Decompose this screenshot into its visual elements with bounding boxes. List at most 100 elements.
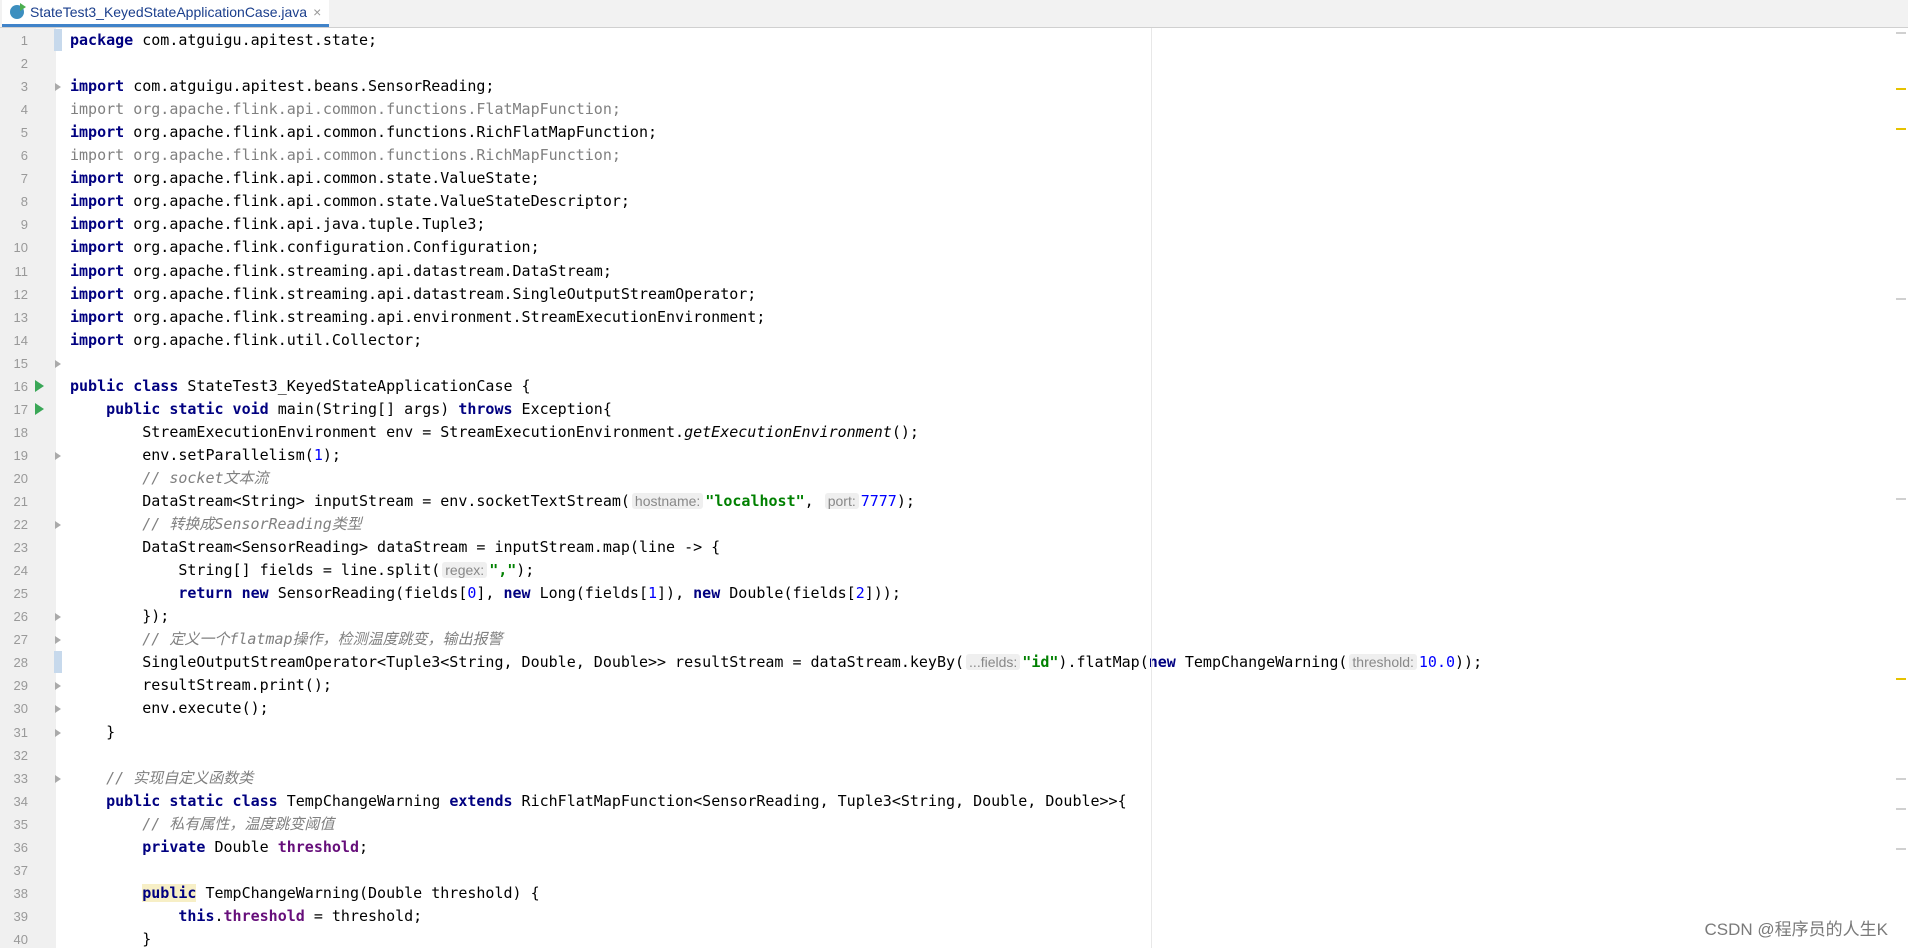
code-token: Double(fields[ — [720, 584, 855, 602]
code-token: import — [70, 192, 124, 210]
code-token: main(String[] args) — [269, 400, 459, 418]
code-token: StreamExecutionEnvironment env = StreamE… — [70, 423, 684, 441]
code-token: RichFlatMapFunction<SensorReading, Tuple… — [513, 792, 1127, 810]
code-token: ])); — [865, 584, 901, 602]
code-token: Long(fields[ — [531, 584, 648, 602]
line-number: 20 — [0, 467, 28, 490]
line-number: 15 — [0, 352, 28, 375]
scroll-marker[interactable] — [1896, 88, 1906, 90]
code-content: return new SensorReading(fields[0], new … — [70, 582, 901, 605]
code-token: org.apache.flink.configuration.Configura… — [124, 238, 539, 256]
code-token: org.apache.flink.streaming.api.datastrea… — [124, 285, 756, 303]
code-token: "," — [489, 561, 516, 579]
scroll-marker[interactable] — [1896, 128, 1906, 130]
code-token: com.atguigu.apitest.state; — [133, 31, 377, 49]
code-token: ; — [359, 838, 368, 856]
code-token — [70, 884, 142, 902]
code-content: // 转换成SensorReading类型 — [70, 513, 362, 536]
code-content: import com.atguigu.apitest.beans.SensorR… — [70, 75, 494, 98]
code-token: "id" — [1022, 653, 1058, 671]
code-token: 2 — [856, 584, 865, 602]
scroll-marker[interactable] — [1896, 808, 1906, 810]
code-token: public class — [70, 377, 178, 395]
line-number: 34 — [0, 790, 28, 813]
run-icon[interactable] — [35, 380, 44, 392]
code-token: TempChangeWarning — [278, 792, 450, 810]
code-content: import org.apache.flink.streaming.api.en… — [70, 306, 765, 329]
watermark: CSDN @程序员的人生K — [1705, 915, 1889, 940]
code-token: org.apache.flink.api.java.tuple.Tuple3; — [124, 215, 485, 233]
code-token: com.atguigu.apitest.beans.SensorReading; — [124, 77, 494, 95]
code-token: org.apache.flink.streaming.api.datastrea… — [124, 262, 612, 280]
code-token: // 私有属性，温度跳变阈值 — [142, 815, 334, 833]
code-token: // socket文本流 — [142, 469, 268, 487]
code-token: package — [70, 31, 133, 49]
code-content: // 实现自定义函数类 — [70, 767, 253, 790]
line-number: 8 — [0, 190, 28, 213]
scroll-marker[interactable] — [1896, 498, 1906, 500]
code-token: new — [1149, 653, 1176, 671]
line-number: 11 — [0, 260, 28, 283]
close-icon[interactable]: × — [313, 4, 321, 20]
scroll-marker[interactable] — [1896, 32, 1906, 34]
line-number: 23 — [0, 536, 28, 559]
code-token: // 定义一个flatmap操作，检测温度跳变，输出报警 — [142, 630, 502, 648]
line-number: 4 — [0, 98, 28, 121]
code-token: public — [142, 884, 196, 902]
code-editor[interactable]: package com.atguigu.apitest.state; import… — [56, 28, 1908, 948]
code-token: resultStream.print(); — [70, 676, 332, 694]
code-token: TempChangeWarning( — [1176, 653, 1348, 671]
code-content: public class StateTest3_KeyedStateApplic… — [70, 375, 531, 398]
line-number: 32 — [0, 744, 28, 767]
scroll-marker[interactable] — [1896, 778, 1906, 780]
code-token: SensorReading(fields[ — [269, 584, 468, 602]
code-content: String[] fields = line.split(regex:","); — [70, 559, 534, 582]
code-content: import org.apache.flink.streaming.api.da… — [70, 283, 756, 306]
code-token: 1 — [648, 584, 657, 602]
line-number: 16 — [0, 375, 28, 398]
line-number: 6 — [0, 144, 28, 167]
parameter-hint: threshold: — [1349, 654, 1416, 670]
code-token: ], — [476, 584, 503, 602]
code-token: TempChangeWarning(Double threshold) { — [196, 884, 539, 902]
line-number: 1 — [0, 29, 28, 52]
code-content: // 私有属性，温度跳变阈值 — [70, 813, 334, 836]
code-token: "localhost" — [705, 492, 804, 510]
code-content: resultStream.print(); — [70, 674, 332, 697]
code-token: DataStream<String> inputStream = env.soc… — [70, 492, 630, 510]
right-margin-guide — [1151, 28, 1152, 948]
scroll-marker[interactable] — [1896, 678, 1906, 680]
code-token: threshold — [224, 907, 305, 925]
code-token: return new — [178, 584, 268, 602]
line-number: 22 — [0, 513, 28, 536]
code-token: ).flatMap( — [1058, 653, 1148, 671]
code-token: org.apache.flink.streaming.api.environme… — [124, 308, 765, 326]
code-content: } — [70, 721, 115, 744]
line-number: 26 — [0, 605, 28, 628]
code-token: import — [70, 77, 124, 95]
code-token: 10.0 — [1419, 653, 1455, 671]
line-number: 13 — [0, 306, 28, 329]
code-content: private Double threshold; — [70, 836, 368, 859]
code-content: // 定义一个flatmap操作，检测温度跳变，输出报警 — [70, 628, 503, 651]
code-token: import — [70, 285, 124, 303]
code-token — [70, 400, 106, 418]
code-content: import org.apache.flink.api.common.funct… — [70, 144, 621, 167]
line-number: 21 — [0, 490, 28, 513]
code-token: env.setParallelism( — [70, 446, 314, 464]
line-number: 9 — [0, 213, 28, 236]
code-content: public static class TempChangeWarning ex… — [70, 790, 1127, 813]
tab-statetest3[interactable]: StateTest3_KeyedStateApplicationCase.jav… — [2, 0, 329, 27]
code-token: , — [805, 492, 823, 510]
line-number: 31 — [0, 721, 28, 744]
code-content: env.setParallelism(1); — [70, 444, 341, 467]
java-class-icon — [10, 5, 24, 19]
line-number: 33 — [0, 767, 28, 790]
scrollbar-markers[interactable] — [1894, 28, 1908, 948]
code-token: ); — [516, 561, 534, 579]
line-number: 37 — [0, 859, 28, 882]
scroll-marker[interactable] — [1896, 848, 1906, 850]
run-icon[interactable] — [35, 403, 44, 415]
code-content: import org.apache.flink.api.common.state… — [70, 167, 540, 190]
scroll-marker[interactable] — [1896, 298, 1906, 300]
